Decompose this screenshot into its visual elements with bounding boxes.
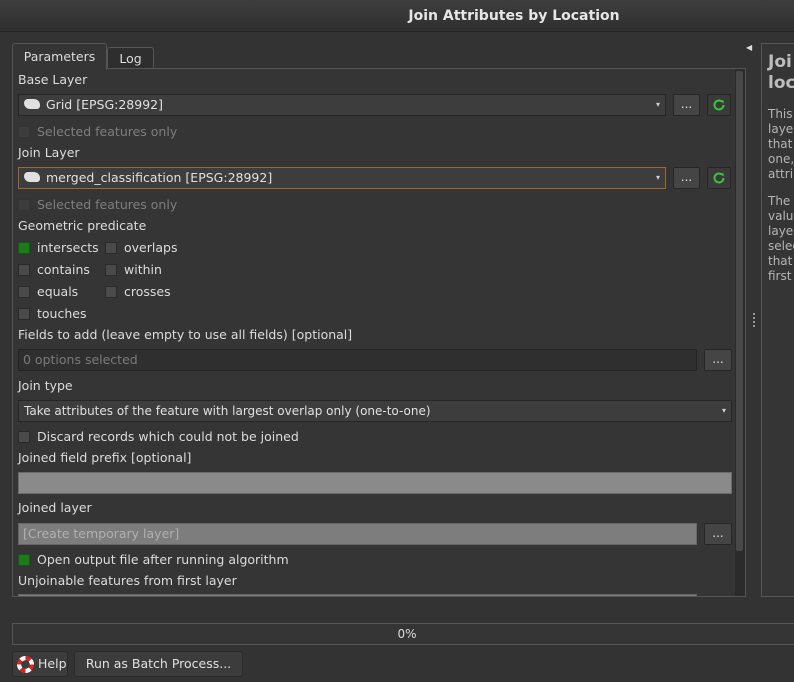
join-layer-combo[interactable]: merged_classification [EPSG:28992] ▾ bbox=[18, 167, 666, 189]
help-button-label: Help bbox=[38, 656, 67, 671]
help-text-line: one, bbox=[768, 152, 794, 166]
joined-layer-label: Joined layer bbox=[18, 500, 92, 515]
lifebuoy-icon bbox=[17, 656, 34, 673]
refresh-icon bbox=[713, 172, 725, 184]
fields-to-add-input[interactable]: 0 options selected bbox=[18, 349, 697, 371]
join-layer-value: merged_classification [EPSG:28992] bbox=[46, 170, 273, 185]
fields-to-add-label: Fields to add (leave empty to use all fi… bbox=[18, 327, 353, 342]
geometric-predicate-label: Geometric predicate bbox=[18, 218, 147, 233]
help-text-line: attri bbox=[768, 167, 794, 181]
help-text-line: laye bbox=[768, 224, 794, 238]
help-text-line: The bbox=[768, 194, 791, 208]
help-title: Joi loc bbox=[768, 52, 794, 94]
predicate-within-label: within bbox=[124, 262, 162, 277]
tab-log[interactable]: Log bbox=[107, 47, 154, 69]
fields-to-add-browse-button[interactable]: ... bbox=[704, 349, 732, 371]
title-bar: Join Attributes by Location bbox=[0, 0, 794, 32]
collapse-arrow-icon[interactable]: ◀ bbox=[746, 43, 752, 52]
scrollbar-thumb[interactable] bbox=[736, 71, 743, 551]
dropdown-arrow-icon: ▾ bbox=[655, 173, 660, 182]
predicate-equals-checkbox[interactable] bbox=[18, 286, 30, 298]
predicate-overlaps-label: overlaps bbox=[124, 240, 178, 255]
open-output-checkbox[interactable] bbox=[18, 554, 30, 566]
predicate-touches-label: touches bbox=[37, 306, 87, 321]
help-panel: Joi loc This laye that one, attri The va… bbox=[761, 43, 794, 597]
help-paragraph-2: The valu laye selec that first bbox=[768, 194, 794, 284]
base-selected-only-checkbox[interactable] bbox=[18, 126, 30, 138]
panel-scrollbar[interactable] bbox=[735, 69, 745, 596]
prefix-input[interactable] bbox=[18, 472, 732, 494]
join-selected-only-label: Selected features only bbox=[37, 197, 178, 212]
join-layer-browse-button[interactable]: ... bbox=[673, 167, 700, 189]
base-layer-browse-button[interactable]: ... bbox=[673, 94, 700, 116]
window-title: Join Attributes by Location bbox=[408, 8, 620, 24]
base-layer-value: Grid [EPSG:28992] bbox=[46, 97, 163, 112]
polygon-layer-icon bbox=[24, 172, 40, 182]
predicate-touches-checkbox[interactable] bbox=[18, 308, 30, 320]
unjoinable-input[interactable] bbox=[18, 594, 697, 596]
joined-layer-browse-button[interactable]: ... bbox=[704, 523, 732, 545]
base-layer-iterate-button[interactable] bbox=[707, 94, 731, 116]
help-button[interactable]: Help bbox=[12, 651, 68, 677]
predicate-contains-checkbox[interactable] bbox=[18, 264, 30, 276]
join-type-combo[interactable]: Take attributes of the feature with larg… bbox=[18, 400, 732, 422]
refresh-icon bbox=[713, 99, 725, 111]
help-text-line: first bbox=[768, 269, 792, 283]
prefix-label: Joined field prefix [optional] bbox=[18, 450, 192, 465]
help-title-line: Joi bbox=[768, 52, 792, 72]
join-selected-only-checkbox[interactable] bbox=[18, 199, 30, 211]
help-text-line: selec bbox=[768, 239, 794, 253]
help-text-line: This bbox=[768, 107, 793, 121]
predicate-crosses-label: crosses bbox=[124, 284, 171, 299]
join-type-label: Join type bbox=[18, 378, 73, 393]
predicate-intersects-label: intersects bbox=[37, 240, 99, 255]
discard-label: Discard records which could not be joine… bbox=[37, 429, 299, 444]
run-as-batch-button[interactable]: Run as Batch Process... bbox=[74, 651, 243, 677]
help-text-line: laye bbox=[768, 122, 794, 136]
splitter-handle[interactable] bbox=[752, 313, 756, 331]
predicate-contains-label: contains bbox=[37, 262, 90, 277]
predicate-within-checkbox[interactable] bbox=[105, 264, 117, 276]
dropdown-arrow-icon: ▾ bbox=[721, 406, 726, 415]
base-selected-only-label: Selected features only bbox=[37, 124, 178, 139]
discard-checkbox[interactable] bbox=[18, 431, 30, 443]
joined-layer-input[interactable]: [Create temporary layer] bbox=[18, 523, 697, 545]
join-type-value: Take attributes of the feature with larg… bbox=[24, 404, 431, 418]
predicate-equals-label: equals bbox=[37, 284, 79, 299]
base-layer-label: Base Layer bbox=[18, 72, 88, 87]
progress-bar: 0% bbox=[12, 623, 794, 645]
help-title-line: loc bbox=[768, 73, 794, 93]
unjoinable-label: Unjoinable features from first layer bbox=[18, 573, 237, 588]
open-output-label: Open output file after running algorithm bbox=[37, 552, 289, 567]
join-layer-iterate-button[interactable] bbox=[707, 167, 731, 189]
base-layer-combo[interactable]: Grid [EPSG:28992] ▾ bbox=[18, 94, 666, 116]
help-paragraph-1: This laye that one, attri bbox=[768, 107, 794, 182]
predicate-intersects-checkbox[interactable] bbox=[18, 242, 30, 254]
help-text-line: that bbox=[768, 137, 793, 151]
dropdown-arrow-icon: ▾ bbox=[655, 100, 660, 109]
join-layer-label: Join Layer bbox=[18, 145, 80, 160]
polygon-layer-icon bbox=[24, 99, 40, 109]
help-text-line: valu bbox=[768, 209, 794, 223]
parameters-panel: Base Layer Grid [EPSG:28992] ▾ ... Selec… bbox=[12, 68, 746, 597]
predicate-crosses-checkbox[interactable] bbox=[105, 286, 117, 298]
tab-parameters[interactable]: Parameters bbox=[12, 43, 107, 70]
help-text-line: that bbox=[768, 254, 793, 268]
predicate-overlaps-checkbox[interactable] bbox=[105, 242, 117, 254]
